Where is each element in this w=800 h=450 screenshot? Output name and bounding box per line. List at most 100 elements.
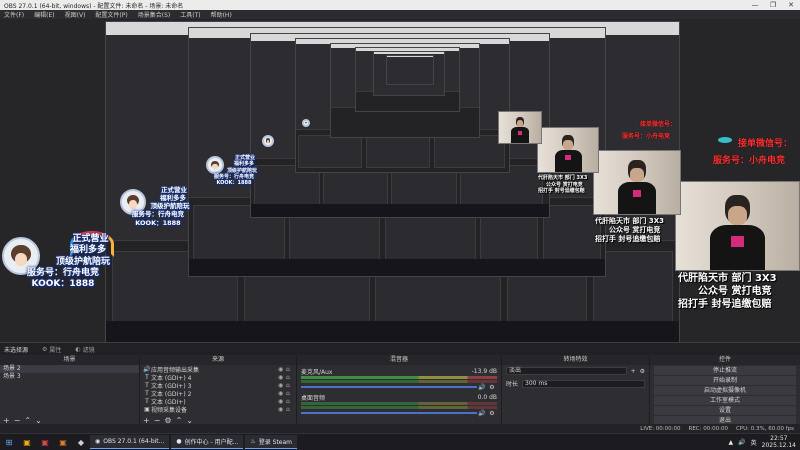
eye-icon[interactable]: ◉ — [278, 398, 286, 405]
source-type-icon: ▣ — [144, 405, 150, 413]
source-name: 视频采集设备 — [151, 406, 188, 414]
source-type-icon: T — [145, 381, 149, 389]
settings-button[interactable]: 设置 — [654, 406, 796, 415]
clock-time: 22:57 — [770, 435, 788, 442]
taskbar-apps: ◉ OBS 27.0.1 (64-bit... ● 创作中心 - 用户配... ♨ 登录 … — [90, 435, 299, 449]
lock-icon[interactable]: ⌂ — [286, 374, 296, 381]
caption-large: 代肝陷天市 部门 3X3 公众号 赏打电竞 招打手 封号追缴包赔 — [678, 272, 777, 311]
caption-line-2: 公众号 赏打电竞 — [698, 286, 772, 297]
speaker-icon[interactable]: 🔊 — [477, 410, 487, 417]
stop-streaming-button[interactable]: 停止推流 — [654, 366, 796, 375]
properties-button[interactable]: ⚙ 属性 — [42, 345, 61, 354]
taskbar: ⊞ ▣ ▣ ▣ ◆ ◉ OBS 27.0.1 (64-bit... ● 创作中心 - … — [0, 433, 800, 450]
volume-slider[interactable]: 🔊 ⚙ — [301, 384, 497, 391]
add-icon[interactable]: + — [631, 368, 636, 375]
duration-input[interactable]: 300 ms — [522, 379, 645, 388]
webcam-mid — [593, 150, 681, 215]
lock-icon[interactable]: ⌂ — [286, 382, 296, 389]
menu-profile[interactable]: 配置文件(P) — [95, 10, 127, 19]
studio-mode-button[interactable]: 工作室模式 — [654, 396, 796, 405]
minimize-button[interactable]: — — [746, 0, 764, 10]
speaker-icon[interactable]: 🔊 — [477, 384, 487, 391]
app-icon[interactable]: ▣ — [18, 435, 36, 449]
lock-icon[interactable]: ⌂ — [286, 398, 296, 405]
app-label: OBS 27.0.1 (64-bit... — [103, 438, 165, 445]
start-virtual-camera-button[interactable]: 启动虚拟摄像机 — [654, 386, 796, 395]
preview-canvas[interactable]: 正式营业 福利多多 顶级护航陪玩 服务号：行舟电竞 KOOK：1888 正式营业… — [0, 19, 800, 342]
overlay-line-3: 顶级护航陪玩 — [55, 256, 110, 267]
taskbar-app-button[interactable]: ◉ OBS 27.0.1 (64-bit... — [90, 435, 170, 449]
app-icon[interactable]: ◆ — [72, 435, 90, 449]
rec-indicator: REC: 00:00:00 — [688, 425, 728, 432]
taskbar-app-button[interactable]: ♨ 登录 Steam — [245, 435, 298, 449]
controls-panel: 控件 停止推流 开始录制 启动虚拟摄像机 工作室模式 设置 退出 — [650, 355, 800, 425]
app-icon[interactable]: ▣ — [54, 435, 72, 449]
transitions-panel: 转场特效 淡出 + ⚙ 时长 300 ms — [502, 355, 650, 425]
scene-item[interactable]: 场景 3 — [0, 373, 139, 381]
gear-icon[interactable]: ⚙ — [640, 368, 645, 375]
overlay-mid-line-5: KOOK：1888 — [135, 218, 181, 227]
start-recording-button[interactable]: 开始录制 — [654, 376, 796, 385]
speaker-icon[interactable]: 🔊 — [738, 439, 745, 446]
app-icon: ● — [176, 438, 182, 445]
lock-icon[interactable]: ⌂ — [286, 406, 296, 413]
filters-button[interactable]: ◐ 滤镜 — [75, 345, 94, 354]
eye-icon[interactable]: ◉ — [278, 374, 286, 381]
mixer-channel-db: 0.0 dB — [477, 393, 497, 401]
menu-bar: 文件(F) 编辑(E) 视图(V) 配置文件(P) 场景集合(S) 工具(T) … — [0, 10, 800, 19]
scene-item[interactable]: 场景 2 — [0, 365, 139, 373]
webcam-large — [675, 181, 800, 271]
lock-icon[interactable]: ⌂ — [286, 390, 296, 397]
menu-file[interactable]: 文件(F) — [4, 10, 24, 19]
window-title-bar: OBS 27.0.1 (64-bit, windows) - 配置文件: 未命名… — [0, 0, 800, 10]
caption-mid-line-1: 代肝陷天市 部门 3X3 — [595, 217, 665, 225]
overlay-mid-line-1: 正式营业 — [161, 186, 187, 194]
sources-panel: 来源 🔊 应用音频输出采集 ◉ ⌂ T 文本 (GDI+) 4 ◉ ⌂ T 文本 (GDI+) 3… — [140, 355, 297, 425]
close-button[interactable]: ✕ — [782, 0, 800, 10]
taskbar-app-button[interactable]: ● 创作中心 - 用户配... — [171, 435, 244, 449]
caption-line-1: 代肝陷天市 部门 3X3 — [678, 273, 777, 284]
eye-icon[interactable]: ◉ — [278, 366, 286, 373]
eye-icon[interactable]: ◉ — [278, 390, 286, 397]
input-language[interactable]: 英 — [751, 438, 757, 447]
eye-icon[interactable]: ◉ — [278, 406, 286, 413]
caption-mid-line-3: 招打手 封号追缴包赔 — [595, 235, 661, 244]
lock-icon[interactable]: ⌂ — [286, 366, 296, 373]
volume-slider[interactable]: 🔊 ⚙ — [301, 410, 497, 417]
app-icon: ◉ — [95, 438, 101, 445]
overlay-text-small: 正式营业 福利多多 顶级护航陪玩 服务号：行舟电竞 KOOK：1888 — [204, 155, 264, 186]
transition-select[interactable]: 淡出 — [506, 367, 627, 375]
caption-mid: 代肝陷天市 部门 3X3 公众号 赏打电竞 招打手 封号追缴包赔 — [595, 217, 664, 244]
source-toolbar: 未选择源 ⚙ 属性 ◐ 滤镜 — [0, 343, 800, 355]
transitions-title: 转场特效 — [502, 355, 649, 365]
menu-view[interactable]: 视图(V) — [65, 10, 86, 19]
source-item[interactable]: ▣ 视频采集设备 ◉ ⌂ — [140, 405, 296, 414]
controls-title: 控件 — [650, 355, 800, 365]
no-source-selected: 未选择源 — [4, 346, 29, 354]
volume-meter — [301, 376, 497, 379]
network-icon[interactable]: ▲ — [729, 439, 734, 446]
caption-mid-line-2: 公众号 赏打电竞 — [609, 226, 661, 235]
menu-edit[interactable]: 编辑(E) — [34, 10, 54, 19]
overlay-mid-line-4: 服务号：行舟电竞 — [132, 210, 184, 219]
menu-help[interactable]: 帮助(H) — [211, 10, 232, 19]
sources-title: 来源 — [140, 355, 296, 365]
avatar-image-tiny — [262, 135, 274, 147]
source-type-icon: T — [145, 389, 149, 397]
avatar-image-tinier — [302, 119, 310, 127]
overlay-small-line-5: KOOK：1888 — [216, 180, 252, 186]
properties-label: 属性 — [49, 346, 62, 354]
clock[interactable]: 22:57 2025.12.14 — [762, 435, 796, 449]
app-icon[interactable]: ▣ — [36, 435, 54, 449]
mixer-channel-db: -13.9 dB — [471, 367, 497, 375]
maximize-button[interactable]: ❐ — [764, 0, 782, 10]
gear-icon[interactable]: ⚙ — [487, 384, 497, 391]
source-type-icon: T — [145, 373, 149, 381]
system-tray: ▲ 🔊 英 22:57 2025.12.14 — [729, 435, 800, 449]
menu-tools[interactable]: 工具(T) — [180, 10, 200, 19]
duration-label: 时长 — [506, 381, 519, 388]
menu-scene-collection[interactable]: 场景集合(S) — [138, 10, 171, 19]
start-icon[interactable]: ⊞ — [0, 435, 18, 449]
eye-icon[interactable]: ◉ — [278, 382, 286, 389]
gear-icon[interactable]: ⚙ — [487, 410, 497, 417]
